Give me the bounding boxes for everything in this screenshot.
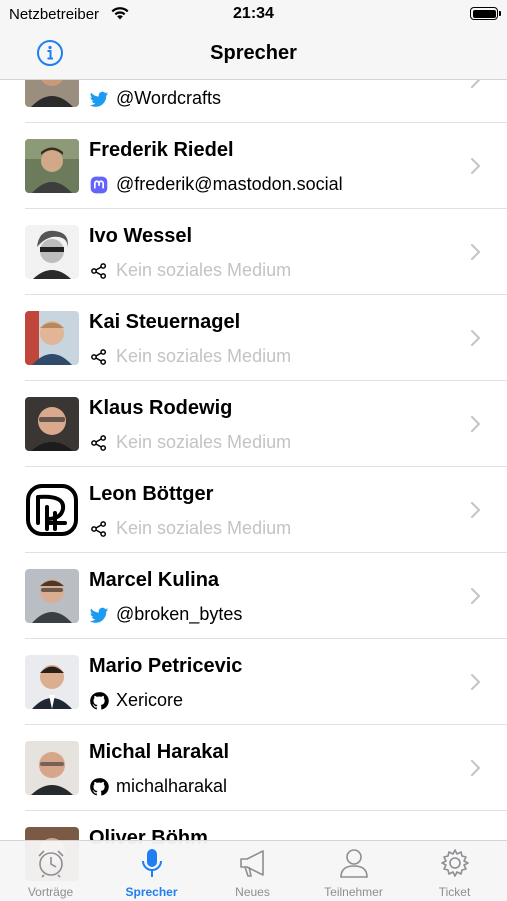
speaker-social-handle: Kein soziales Medium (116, 518, 292, 538)
chevron-right-icon (471, 244, 480, 260)
speaker-social-handle: Kein soziales Medium (116, 260, 292, 280)
chevron-right-icon (471, 416, 480, 432)
megaphone-icon (240, 850, 264, 877)
status-time: 21:34 (233, 5, 274, 22)
speaker-row[interactable]: Frederik Riedel @frederik@mastodon.socia… (0, 123, 507, 209)
speaker-name: Frederik Riedel (89, 139, 234, 161)
speaker-name: Mario Petricevic (89, 655, 243, 677)
speaker-name: Marcel Kulina (89, 569, 220, 591)
chevron-right-icon (471, 502, 480, 518)
speaker-social-handle: Kein soziales Medium (116, 346, 292, 366)
speaker-name: Leon Böttger (89, 483, 214, 505)
speaker-avatar (25, 569, 79, 623)
tab-ticket[interactable]: Ticket (404, 841, 505, 901)
tab-label: Sprecher (125, 885, 178, 899)
speaker-name: Kai Steuernagel (89, 311, 241, 333)
speaker-row[interactable]: Marcel Kulina @broken_bytes (0, 553, 507, 639)
speaker-avatar (25, 311, 79, 365)
speaker-avatar (25, 225, 79, 279)
microphone-icon (142, 849, 162, 877)
tab-label: Neues (235, 885, 270, 899)
speaker-name: Michal Harakal (89, 741, 230, 763)
speaker-row[interactable]: Mario Petricevic Xericore (0, 639, 507, 725)
mastodon-icon (90, 176, 108, 194)
speaker-row[interactable]: Leon Böttger Kein soziales Medium (0, 467, 507, 553)
github-icon (90, 692, 109, 710)
tab-vortraege[interactable]: Vorträge (0, 841, 101, 901)
tab-teilnehmer[interactable]: Teilnehmer (303, 841, 404, 901)
speaker-list[interactable]: @Wordcrafts Frederik Riedel @frederik@ma… (0, 0, 507, 900)
speaker-avatar (25, 483, 79, 537)
speaker-social-handle: michalharakal (116, 776, 228, 796)
navigation-bar: Sprecher (0, 28, 507, 80)
speaker-social-handle: Xericore (116, 690, 184, 710)
speaker-row[interactable]: Klaus Rodewig Kein soziales Medium (0, 381, 507, 467)
tab-neues[interactable]: Neues (202, 841, 303, 901)
share-icon (91, 435, 107, 451)
speaker-social-handle: @frederik@mastodon.social (116, 174, 343, 194)
tab-sprecher[interactable]: Sprecher (101, 841, 202, 901)
speaker-name: Klaus Rodewig (89, 397, 233, 419)
speaker-social-handle: @Wordcrafts (116, 88, 221, 108)
twitter-icon (89, 607, 109, 623)
alarm-clock-icon (38, 850, 64, 878)
speaker-avatar (25, 139, 79, 193)
tab-bar: Vorträge Sprecher Neues Teilnehmer Ticke… (0, 840, 507, 901)
github-icon (90, 778, 109, 796)
speaker-row[interactable]: Ivo Wessel Kein soziales Medium (0, 209, 507, 295)
chevron-right-icon (471, 158, 480, 174)
speaker-name: Ivo Wessel (89, 225, 193, 247)
chevron-right-icon (471, 760, 480, 776)
page-title: Sprecher (210, 42, 297, 64)
speaker-avatar (25, 397, 79, 451)
tab-label: Teilnehmer (324, 885, 383, 899)
status-bar: Netzbetreiber 21:34 (0, 0, 507, 28)
twitter-icon (89, 91, 109, 107)
speaker-row[interactable]: Michal Harakal michalharakal (0, 725, 507, 811)
speaker-avatar (25, 655, 79, 709)
chevron-right-icon (471, 330, 480, 346)
battery-icon (470, 7, 501, 20)
speaker-avatar (25, 741, 79, 795)
share-icon (91, 521, 107, 537)
chevron-right-icon (471, 588, 480, 604)
tab-label: Ticket (438, 885, 471, 899)
share-icon (91, 263, 107, 279)
chevron-right-icon (471, 674, 480, 690)
speaker-social-handle: @broken_bytes (116, 604, 243, 624)
person-icon (340, 849, 368, 878)
gear-icon (441, 849, 469, 877)
tab-label: Vorträge (27, 885, 74, 899)
speaker-social-handle: Kein soziales Medium (116, 432, 292, 452)
share-icon (91, 349, 107, 365)
speaker-row[interactable]: Kai Steuernagel Kein soziales Medium (0, 295, 507, 381)
